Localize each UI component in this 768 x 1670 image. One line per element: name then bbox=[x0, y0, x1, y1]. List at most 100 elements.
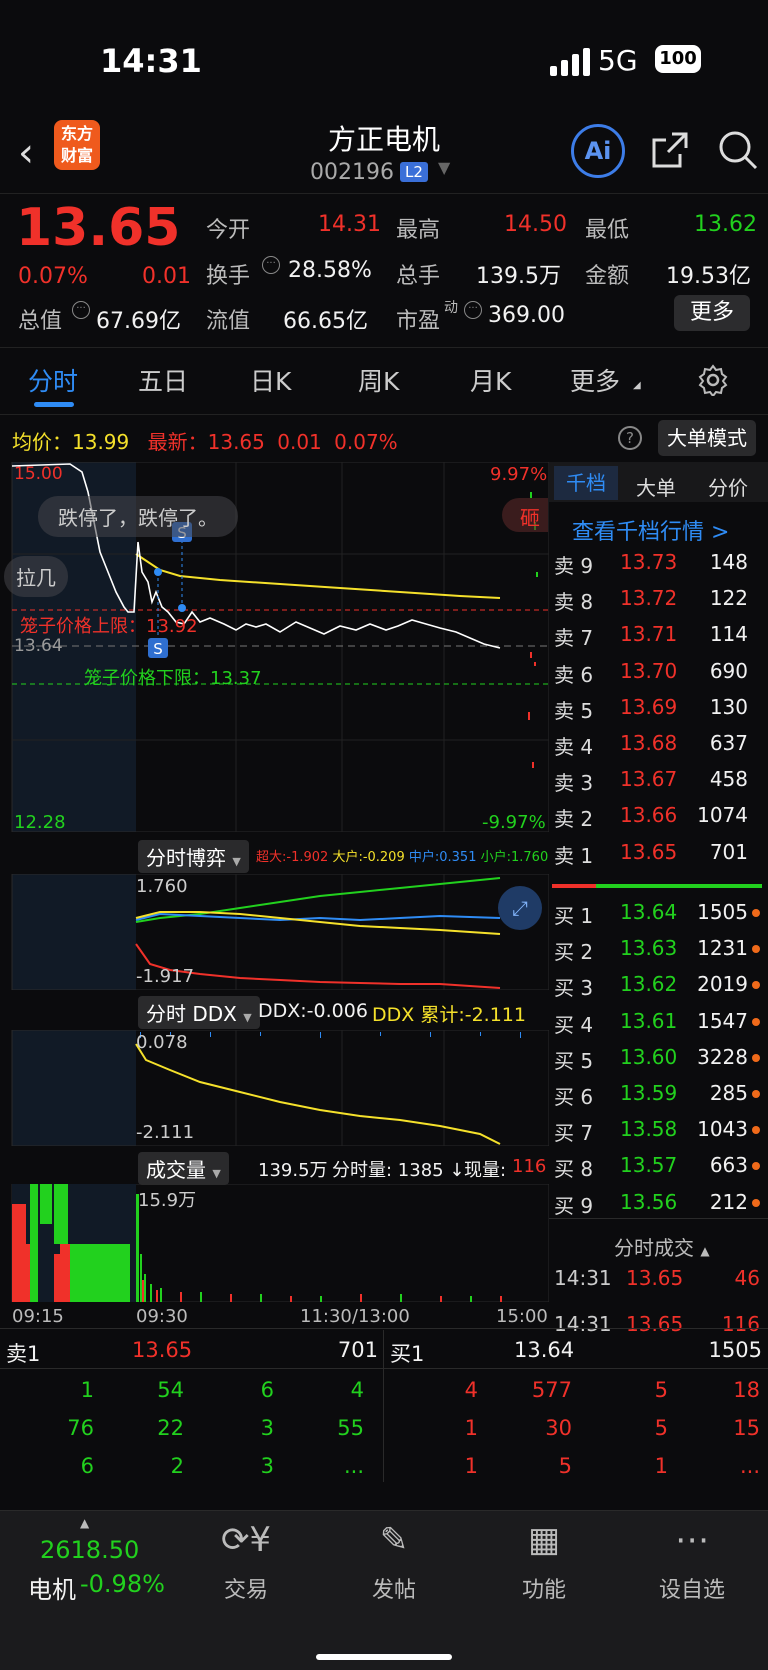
volume-now-label: 现量: bbox=[464, 1160, 507, 1181]
order-dot-icon bbox=[752, 1126, 760, 1135]
bid-queue-cell: 5 bbox=[654, 1416, 668, 1440]
tab-thousand-level[interactable]: 千档 bbox=[554, 466, 618, 500]
search-icon[interactable] bbox=[716, 128, 760, 172]
info-icon[interactable]: ··· bbox=[464, 301, 482, 319]
index-name[interactable]: 电机 bbox=[28, 1570, 76, 1605]
edit-icon: ✎ bbox=[379, 1520, 409, 1560]
bid-price[interactable]: 13.56 bbox=[620, 1190, 677, 1214]
bid-volume: 212 bbox=[709, 1189, 748, 1214]
ask-price[interactable]: 13.67 bbox=[620, 767, 677, 791]
tab-big-order[interactable]: 大单 bbox=[636, 472, 676, 501]
bid-price[interactable]: 13.59 bbox=[620, 1081, 677, 1105]
bid-queue-cell: 1 bbox=[654, 1454, 668, 1478]
ask-level-label: 卖 2 bbox=[554, 807, 594, 832]
tab-add-favorite[interactable]: ⋯ 设自选 bbox=[632, 1520, 752, 1604]
bid-price[interactable]: 13.60 bbox=[620, 1045, 677, 1069]
big-order-mode-button[interactable]: 大单模式 bbox=[658, 420, 756, 456]
mcap-value: 67.69亿 bbox=[96, 309, 181, 334]
order-dot-icon bbox=[752, 1053, 760, 1062]
info-icon[interactable]: ··· bbox=[72, 301, 90, 319]
info-icon[interactable]: ··· bbox=[262, 256, 280, 274]
game-max: 1.760 bbox=[136, 876, 188, 897]
ddx-panel-selector[interactable]: 分时 DDX ▼ bbox=[138, 996, 260, 1029]
volume-total: 139.5万 bbox=[258, 1160, 328, 1181]
bid-queue-cell: 4 bbox=[464, 1378, 478, 1402]
more-button[interactable]: 更多 bbox=[674, 295, 750, 331]
ask-price[interactable]: 13.72 bbox=[620, 586, 677, 610]
battery-icon: 100 bbox=[655, 45, 701, 73]
game-legend: 超大:-1.902 大户:-0.209 中户:0.351 小户:1.760 bbox=[256, 850, 549, 865]
chart-bottom-pct: -9.97% bbox=[482, 812, 546, 833]
x-tick: 11:30/13:00 bbox=[300, 1306, 410, 1327]
ask-price[interactable]: 13.66 bbox=[620, 803, 677, 827]
ask-queue-cell: ... bbox=[343, 1454, 364, 1478]
bid-price[interactable]: 13.61 bbox=[620, 1009, 677, 1033]
ask-price[interactable]: 13.69 bbox=[620, 695, 677, 719]
tab-price-distribution[interactable]: 分价 bbox=[708, 472, 748, 501]
index-pct[interactable]: -0.98% bbox=[80, 1570, 165, 1598]
divider bbox=[0, 414, 768, 415]
bid-level-label: 买 3 bbox=[554, 976, 594, 1001]
bid-price[interactable]: 13.62 bbox=[620, 972, 677, 996]
volume-max: 15.9万 bbox=[138, 1190, 197, 1211]
share-icon[interactable] bbox=[650, 130, 690, 170]
game-panel-selector[interactable]: 分时博弈 ▼ bbox=[138, 840, 249, 873]
view-depth-link[interactable]: 查看千档行情 > bbox=[572, 514, 729, 546]
comment-bubble[interactable]: 跌停了，跌停了。 bbox=[38, 496, 238, 537]
bid-price[interactable]: 13.63 bbox=[620, 936, 677, 960]
level2-badge: L2 bbox=[400, 162, 428, 182]
gear-icon[interactable] bbox=[697, 364, 729, 396]
expand-icon[interactable]: ⤢ bbox=[498, 886, 542, 930]
mcap-label: 总值 bbox=[18, 309, 63, 334]
comment-bubble[interactable]: 拉几 bbox=[4, 556, 68, 597]
ddx-chart bbox=[11, 1030, 549, 1146]
tab-post[interactable]: ✎ 发帖 bbox=[334, 1520, 454, 1604]
ddx-max: 0.078 bbox=[136, 1032, 188, 1053]
bid-price[interactable]: 13.58 bbox=[620, 1117, 677, 1141]
last-price: 13.65 bbox=[16, 198, 181, 258]
ask-price[interactable]: 13.71 bbox=[620, 622, 677, 646]
tab-monthly[interactable]: 月K bbox=[470, 362, 511, 398]
chart-ref-price: 13.64 bbox=[14, 636, 63, 656]
divider bbox=[549, 1218, 768, 1219]
chart-top-pct: 9.97% bbox=[490, 464, 548, 485]
ai-button[interactable]: Ai bbox=[571, 124, 625, 178]
tick-trades-title[interactable]: 分时成交 ▲ bbox=[614, 1232, 710, 1261]
volume-panel-selector[interactable]: 成交量 ▼ bbox=[138, 1152, 229, 1185]
status-bar: 14:31 5G 100 bbox=[0, 0, 768, 115]
bid-price[interactable]: 13.64 bbox=[620, 900, 677, 924]
tab-5day[interactable]: 五日 bbox=[138, 362, 188, 398]
index-value[interactable]: 2618.50 bbox=[40, 1536, 139, 1564]
chevron-up-icon[interactable]: ▲ bbox=[80, 1516, 89, 1530]
open-label: 今开 bbox=[206, 218, 251, 243]
tab-weekly[interactable]: 周K bbox=[358, 362, 399, 398]
pe-dynamic-label: 动 bbox=[444, 300, 458, 316]
bid-level-label: 买 6 bbox=[554, 1085, 594, 1109]
queue-ask-price: 13.65 bbox=[132, 1338, 193, 1362]
ask-volume: 114 bbox=[709, 622, 748, 647]
tab-trade[interactable]: ⟳¥ 交易 bbox=[186, 1520, 306, 1604]
ask-price[interactable]: 13.70 bbox=[620, 659, 677, 683]
x-tick: 09:15 bbox=[12, 1306, 64, 1327]
caret-icon: ◢ bbox=[633, 380, 641, 391]
queue-bid-label: 买1 bbox=[390, 1342, 425, 1366]
ask-price[interactable]: 13.68 bbox=[620, 731, 677, 755]
ask-level-label: 卖 9 bbox=[554, 554, 594, 578]
bid-price[interactable]: 13.57 bbox=[620, 1153, 677, 1177]
ask-price[interactable]: 13.73 bbox=[620, 550, 677, 574]
ask-price[interactable]: 13.65 bbox=[620, 840, 677, 864]
help-icon[interactable]: ? bbox=[618, 426, 642, 450]
chevron-down-icon[interactable]: ▼ bbox=[438, 158, 450, 177]
ask-queue-cell: 55 bbox=[337, 1416, 364, 1440]
ask-queue-cell: 2 bbox=[170, 1454, 184, 1478]
bid-volume: 3228 bbox=[697, 1044, 748, 1069]
tab-daily[interactable]: 日K bbox=[250, 362, 291, 398]
ask-queue-cell: 3 bbox=[260, 1454, 274, 1478]
tab-intraday[interactable]: 分时 bbox=[28, 362, 78, 398]
comment-bubble[interactable]: 砸 bbox=[502, 498, 548, 532]
volume-label: 总手 bbox=[396, 264, 441, 289]
ask-queue-cell: 6 bbox=[80, 1454, 94, 1478]
tab-functions[interactable]: ▦ 功能 bbox=[484, 1520, 604, 1604]
bid-volume: 663 bbox=[709, 1153, 748, 1178]
tab-more[interactable]: 更多 bbox=[570, 362, 620, 398]
